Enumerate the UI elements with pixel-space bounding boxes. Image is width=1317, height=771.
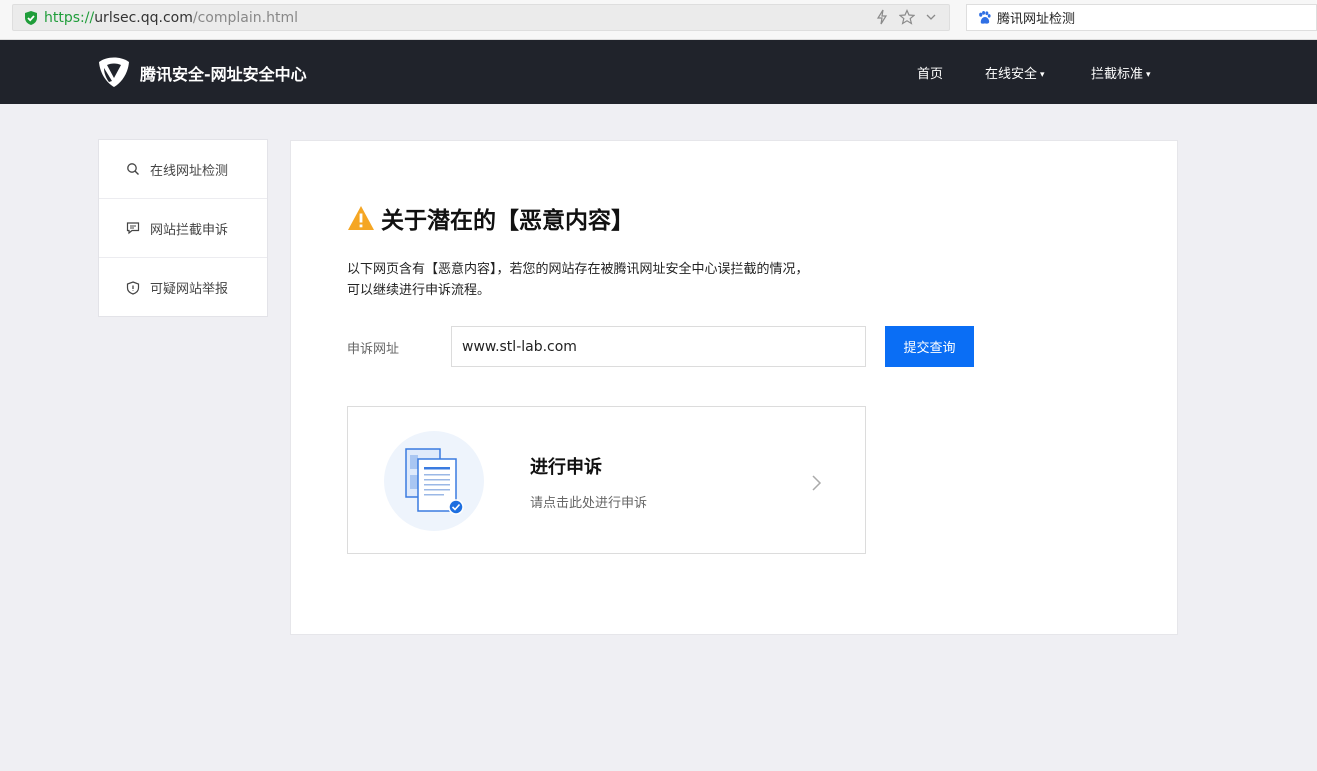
browser-search-box[interactable]: 腾讯网址检测 <box>966 4 1317 31</box>
search-box-label: 腾讯网址检测 <box>997 12 1076 27</box>
nav-online-security-label: 在线安全 <box>985 67 1038 82</box>
page-title: 关于潜在的【恶意内容】 <box>381 208 634 234</box>
tencent-security-logo[interactable] <box>97 56 131 88</box>
comment-icon <box>126 222 140 235</box>
baidu-paw-icon <box>979 10 991 24</box>
chevron-right-icon <box>812 475 822 491</box>
page-description: 以下网页含有【恶意内容】，若您的网站存在被腾讯网址安全中心误拦截的情况， 可以继… <box>347 259 809 301</box>
sidebar-item-label: 网站拦截申诉 <box>150 222 229 238</box>
sidebar-item-report-site[interactable]: 可疑网站举报 <box>99 258 267 317</box>
document-illustration-icon <box>384 431 484 531</box>
nav-home-label: 首页 <box>917 67 944 82</box>
nav-home[interactable]: 首页 <box>917 63 943 82</box>
page-title-row: 关于潜在的【恶意内容】 <box>347 201 634 235</box>
submit-query-button[interactable]: 提交查询 <box>885 326 974 367</box>
shield-check-icon <box>25 10 37 25</box>
sidebar-item-block-appeal[interactable]: 网站拦截申诉 <box>99 199 267 258</box>
sidebar-item-url-check[interactable]: 在线网址检测 <box>99 140 267 199</box>
nav-block-standards-label: 拦截标准 <box>1091 67 1144 82</box>
chevron-down-icon[interactable] <box>925 11 937 23</box>
address-tools <box>875 9 937 25</box>
main-panel: 关于潜在的【恶意内容】 以下网页含有【恶意内容】，若您的网站存在被腾讯网址安全中… <box>290 140 1178 635</box>
warning-icon <box>348 206 374 230</box>
appeal-card[interactable]: 进行申诉 请点击此处进行申诉 <box>347 406 866 554</box>
appeal-card-subtitle: 请点击此处进行申诉 <box>530 496 648 511</box>
site-brand[interactable]: 腾讯安全-网址安全中心 <box>140 61 307 85</box>
sidebar-item-label: 在线网址检测 <box>150 163 229 179</box>
nav-block-standards[interactable]: 拦截标准 ▾ <box>1091 63 1151 82</box>
description-line-2: 可以继续进行申诉流程。 <box>347 283 491 298</box>
address-bar[interactable]: https://urlsec.qq.com/complain.html <box>12 4 950 31</box>
flash-icon[interactable] <box>875 9 889 25</box>
appeal-url-label: 申诉网址 <box>347 342 400 357</box>
url-path: /complain.html <box>192 9 298 26</box>
appeal-url-input[interactable] <box>451 326 866 367</box>
caret-down-icon: ▾ <box>1040 70 1045 80</box>
site-header: 腾讯安全-网址安全中心 首页 在线安全 ▾ 拦截标准 ▾ <box>0 40 1317 104</box>
address-url: https://urlsec.qq.com/complain.html <box>44 10 298 26</box>
description-line-1: 以下网页含有【恶意内容】，若您的网站存在被腾讯网址安全中心误拦截的情况， <box>347 262 809 277</box>
nav-online-security[interactable]: 在线安全 ▾ <box>985 63 1045 82</box>
search-icon <box>127 163 139 175</box>
sidebar-item-label: 可疑网站举报 <box>150 282 229 297</box>
browser-chrome: https://urlsec.qq.com/complain.html 腾讯网址… <box>0 0 1317 40</box>
caret-down-icon: ▾ <box>1146 70 1151 80</box>
url-scheme: https:// <box>44 9 95 26</box>
appeal-card-title: 进行申诉 <box>530 457 602 478</box>
sidebar: 在线网址检测 网站拦截申诉 可疑网站举报 <box>98 139 268 317</box>
star-icon[interactable] <box>899 9 915 25</box>
url-host: urlsec.qq.com <box>94 9 193 26</box>
shield-icon <box>126 280 140 295</box>
